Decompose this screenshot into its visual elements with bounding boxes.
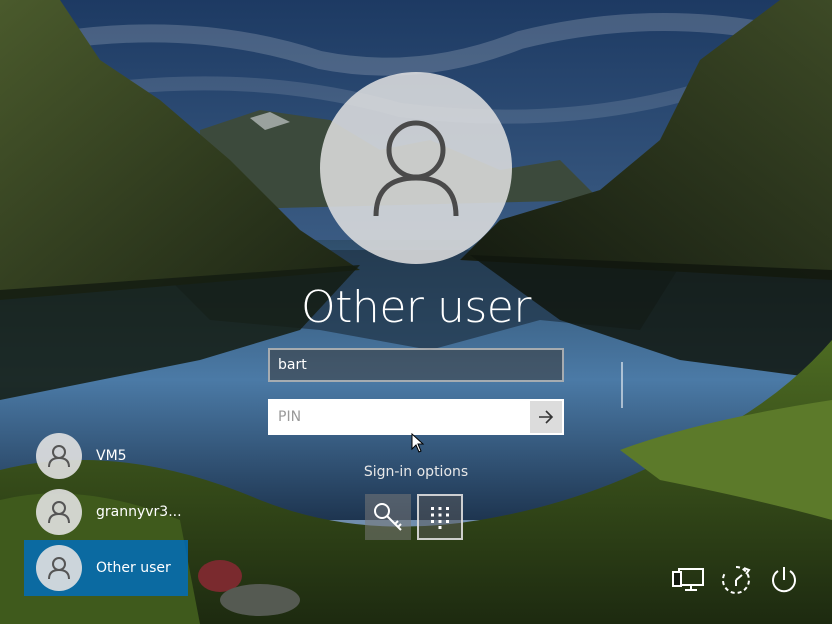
- user-avatar: [320, 72, 512, 264]
- user-icon: [48, 501, 70, 524]
- username-field[interactable]: bart: [268, 348, 564, 382]
- user-list: VM5 grannyvr3... Other user: [24, 428, 188, 596]
- key-icon: [374, 503, 402, 531]
- user-icon: [48, 445, 70, 468]
- selected-user-name: Other user: [301, 282, 531, 333]
- power-button[interactable]: [764, 560, 804, 600]
- arrow-right-icon: [539, 410, 554, 424]
- signin-option-security-key[interactable]: [365, 494, 411, 540]
- mouse-cursor-icon: [411, 433, 425, 453]
- avatar: [36, 489, 82, 535]
- signin-option-pin[interactable]: [417, 494, 463, 540]
- user-icon: [48, 557, 70, 580]
- keypad-icon: [431, 507, 449, 529]
- avatar: [36, 433, 82, 479]
- user-item-label: VM5: [96, 448, 127, 464]
- user-item-other-user[interactable]: Other user: [24, 540, 188, 596]
- avatar: [36, 545, 82, 591]
- user-item-vm5[interactable]: VM5: [24, 428, 188, 484]
- network-button[interactable]: [668, 560, 708, 600]
- user-item-label: Other user: [96, 560, 171, 576]
- pin-field-container: [268, 399, 564, 435]
- network-icon: [672, 568, 704, 591]
- power-icon: [772, 567, 796, 593]
- user-item-grannyvr3[interactable]: grannyvr3...: [24, 484, 188, 540]
- ease-of-access-button[interactable]: [716, 560, 756, 600]
- submit-button[interactable]: [530, 401, 562, 433]
- ease-of-access-icon: [722, 566, 751, 594]
- user-avatar-icon: [373, 120, 459, 217]
- divider-line: [621, 362, 623, 408]
- pin-input[interactable]: [270, 401, 530, 433]
- user-item-label: grannyvr3...: [96, 504, 182, 520]
